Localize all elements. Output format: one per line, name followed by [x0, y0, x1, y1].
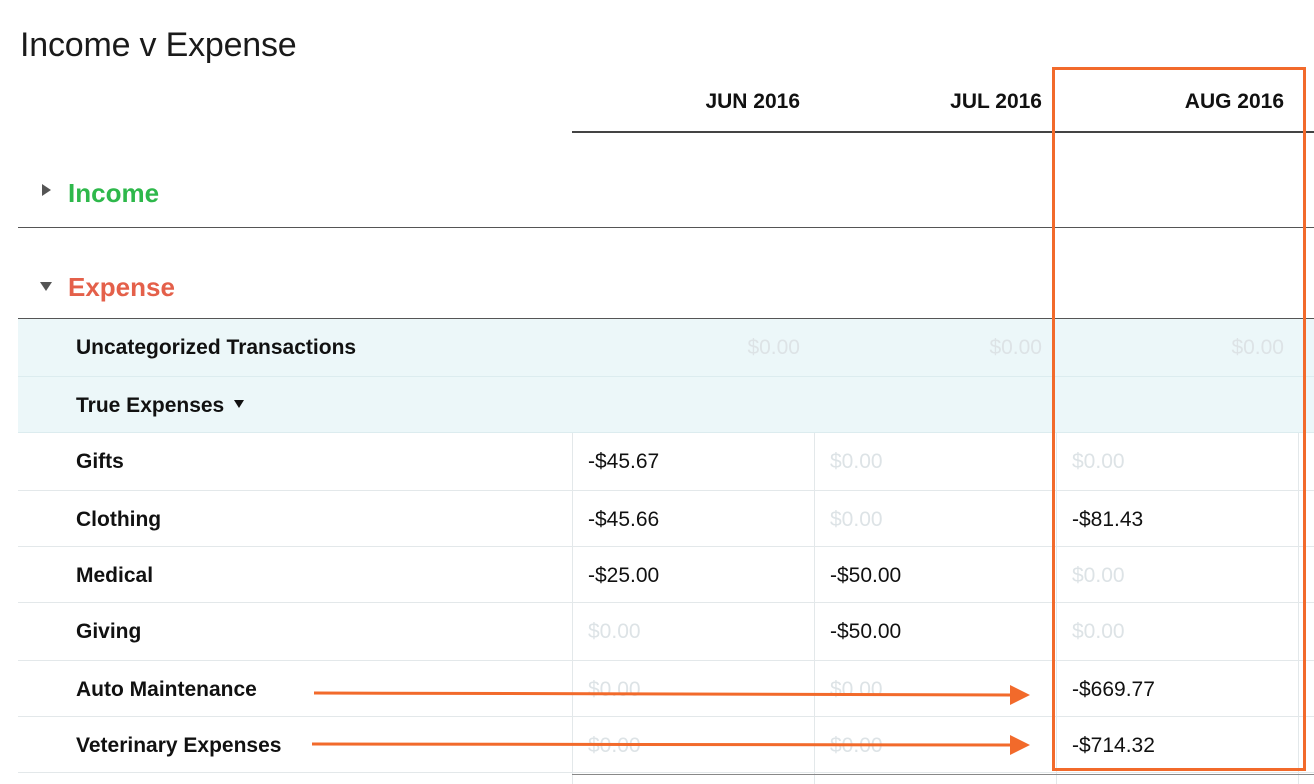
cell-jun[interactable]: $0.00: [580, 336, 800, 360]
expand-income-icon[interactable]: [42, 184, 51, 196]
row-label: Uncategorized Transactions: [76, 336, 357, 359]
group-label-text: True Expenses: [76, 394, 225, 417]
table-row[interactable]: Medical -$25.00 -$50.00 $0.00: [18, 547, 1314, 603]
cell-aug[interactable]: $0.00: [1072, 450, 1125, 474]
row-label: Auto Maintenance: [76, 678, 257, 701]
collapse-expense-icon[interactable]: [40, 282, 52, 291]
cell-jul[interactable]: -$50.00: [830, 620, 901, 644]
uncategorized-row[interactable]: Uncategorized Transactions $0.00 $0.00 $…: [18, 319, 1314, 377]
cell-jul[interactable]: $0.00: [830, 450, 883, 474]
income-divider: [18, 227, 1314, 228]
header-divider: [572, 131, 1314, 133]
table-bottom-divider: [572, 774, 1314, 775]
table-row[interactable]: Auto Maintenance $0.00 $0.00 -$669.77: [18, 661, 1314, 717]
group-label[interactable]: True Expenses: [76, 394, 245, 418]
cell-jun[interactable]: $0.00: [588, 678, 641, 702]
cell-aug[interactable]: -$669.77: [1072, 678, 1155, 702]
cell-jun[interactable]: -$45.66: [588, 508, 659, 532]
cell-aug[interactable]: $0.00: [1072, 564, 1125, 588]
row-label: Veterinary Expenses: [76, 734, 282, 757]
page-title: Income v Expense: [20, 26, 297, 64]
table-row[interactable]: Giving $0.00 -$50.00 $0.00: [18, 603, 1314, 661]
group-row-true-expenses[interactable]: True Expenses: [18, 377, 1314, 433]
row-label: Gifts: [76, 450, 124, 473]
cell-jul[interactable]: -$50.00: [830, 564, 901, 588]
cell-jul[interactable]: $0.00: [830, 678, 883, 702]
cell-jul[interactable]: $0.00: [822, 336, 1042, 360]
table-row[interactable]: Veterinary Expenses $0.00 $0.00 -$714.32: [18, 717, 1314, 773]
column-header-jul[interactable]: JUL 2016: [822, 90, 1042, 114]
expense-section-title[interactable]: Expense: [68, 272, 175, 303]
table-row[interactable]: Clothing -$45.66 $0.00 -$81.43: [18, 491, 1314, 547]
caret-down-icon[interactable]: [234, 400, 245, 409]
row-label: Clothing: [76, 508, 162, 531]
column-header-jun[interactable]: JUN 2016: [580, 90, 800, 114]
cell-aug[interactable]: -$81.43: [1072, 508, 1143, 532]
cell-aug[interactable]: $0.00: [1064, 336, 1284, 360]
cell-jul[interactable]: $0.00: [830, 734, 883, 758]
cell-jun[interactable]: $0.00: [588, 734, 641, 758]
cell-aug[interactable]: -$714.32: [1072, 734, 1155, 758]
cell-jun[interactable]: -$45.67: [588, 450, 659, 474]
cell-aug[interactable]: $0.00: [1072, 620, 1125, 644]
column-header-aug[interactable]: AUG 2016: [1064, 90, 1284, 114]
table-row[interactable]: Gifts -$45.67 $0.00 $0.00: [18, 433, 1314, 491]
row-label: Medical: [76, 564, 154, 587]
row-label: Giving: [76, 620, 142, 643]
cell-jun[interactable]: $0.00: [588, 620, 641, 644]
cell-jun[interactable]: -$25.00: [588, 564, 659, 588]
income-section-title[interactable]: Income: [68, 178, 159, 209]
cell-jul[interactable]: $0.00: [830, 508, 883, 532]
